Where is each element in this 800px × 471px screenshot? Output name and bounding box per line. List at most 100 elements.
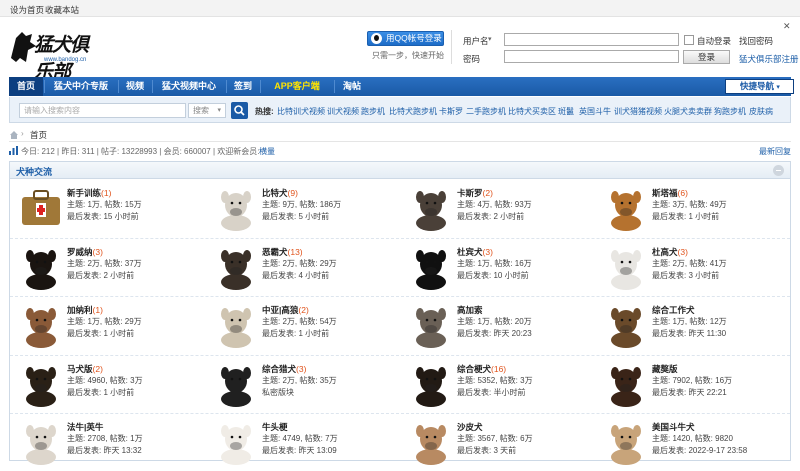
search-input[interactable]: 请输入搜索内容 — [19, 103, 186, 118]
dog-breed-image[interactable] — [601, 417, 651, 465]
forum-last-post[interactable]: 最后发表: 2 小时前 — [457, 211, 524, 222]
register-link[interactable]: 猛犬俱乐部注册 — [739, 53, 799, 65]
dog-breed-image[interactable] — [16, 242, 66, 290]
set-home-link[interactable]: 设为首页 — [10, 4, 44, 16]
forum-name[interactable]: 藏獒版 — [652, 363, 678, 375]
forum-last-post[interactable]: 私密版块 — [262, 387, 294, 398]
collapse-icon[interactable] — [773, 165, 784, 176]
forum-item[interactable]: 牛头梗 主题: 4749, 帖数: 7万 最后发表: 昨天 13:09 — [205, 415, 400, 471]
forum-item[interactable]: 比特犬(9) 主题: 9万, 帖数: 186万 最后发表: 5 小时前 — [205, 181, 400, 237]
nav-video-center[interactable]: 猛犬视频中心 — [153, 77, 225, 96]
forum-name[interactable]: 美国斗牛犬 — [652, 421, 695, 433]
nav-checkin[interactable]: 签到 — [227, 77, 259, 96]
forum-last-post[interactable]: 最后发表: 昨天 13:09 — [262, 445, 337, 456]
forum-item[interactable]: 罗威纳(3) 主题: 2万, 帖数: 37万 最后发表: 2 小时前 — [10, 240, 205, 296]
forum-name[interactable]: 高加索 — [457, 304, 483, 316]
forum-last-post[interactable]: 最后发表: 昨天 20:23 — [457, 328, 532, 339]
forum-name[interactable]: 法牛|英牛 — [67, 421, 103, 433]
forum-item[interactable]: 高加索 主题: 1万, 帖数: 20万 最后发表: 昨天 20:23 — [400, 298, 595, 354]
password-input[interactable] — [504, 50, 679, 63]
forum-name[interactable]: 杜宾犬(3) — [457, 246, 493, 258]
forum-item[interactable]: 综合工作犬 主题: 1万, 帖数: 12万 最后发表: 昨天 11:30 — [595, 298, 790, 354]
section-title[interactable]: 犬种交流 — [16, 165, 52, 178]
dog-breed-image[interactable] — [406, 183, 456, 231]
newest-member-link[interactable]: 横量 — [259, 146, 275, 157]
forum-last-post[interactable]: 最后发表: 15 小时前 — [67, 211, 139, 222]
find-password-link[interactable]: 找回密码 — [739, 35, 773, 47]
hot-search-link[interactable]: 二手跑步机 — [466, 106, 506, 117]
forum-item[interactable]: 杜宾犬(3) 主题: 1万, 帖数: 16万 最后发表: 10 小时前 — [400, 240, 595, 296]
forum-last-post[interactable]: 最后发表: 1 小时前 — [262, 328, 329, 339]
forum-last-post[interactable]: 最后发表: 10 小时前 — [457, 270, 529, 281]
qq-login-button[interactable]: 用QQ帐号登录 — [367, 31, 444, 46]
forum-item[interactable]: 加纳利(1) 主题: 1万, 帖数: 29万 最后发表: 1 小时前 — [10, 298, 205, 354]
forum-item[interactable]: 斯塔福(6) 主题: 3万, 帖数: 49万 最后发表: 1 小时前 — [595, 181, 790, 237]
forum-item[interactable]: 新手训练(1) 主题: 1万, 帖数: 15万 最后发表: 15 小时前 — [10, 181, 205, 237]
forum-item[interactable]: 藏獒版 主题: 7902, 帖数: 16万 最后发表: 昨天 22:21 — [595, 357, 790, 413]
forum-name[interactable]: 加纳利(1) — [67, 304, 103, 316]
hot-search-link[interactable]: 斑鬣 — [558, 106, 574, 117]
hot-search-link[interactable]: 比特训犬视频 — [277, 106, 325, 117]
dog-breed-image[interactable] — [16, 417, 66, 465]
search-button[interactable] — [231, 102, 248, 119]
forum-last-post[interactable]: 最后发表: 1 小时前 — [652, 211, 719, 222]
forum-name[interactable]: 中亚|高狼(2) — [262, 304, 309, 316]
forum-item[interactable]: 恶霸犬(13) 主题: 2万, 帖数: 29万 最后发表: 4 小时前 — [205, 240, 400, 296]
forum-last-post[interactable]: 最后发表: 昨天 11:30 — [652, 328, 726, 339]
breadcrumb-home[interactable]: 首页 — [30, 129, 47, 141]
forum-name[interactable]: 罗威纳(3) — [67, 246, 103, 258]
dog-breed-image[interactable] — [601, 359, 651, 407]
forum-name[interactable]: 综合猎犬(3) — [262, 363, 306, 375]
dog-breed-image[interactable] — [16, 359, 66, 407]
hot-search-link[interactable]: 训犬猎猪视频 — [614, 106, 662, 117]
search-scope-select[interactable]: 搜索 ▾ — [188, 103, 226, 118]
forum-item[interactable]: 沙皮犬 主题: 3567, 帖数: 6万 最后发表: 3 天前 — [400, 415, 595, 471]
login-button[interactable]: 登录 — [683, 50, 730, 64]
close-icon[interactable]: ✕ — [783, 21, 791, 32]
nav-broker[interactable]: 猛犬中介专版 — [45, 77, 117, 96]
site-logo[interactable]: 猛犬俱乐部 www.bandog.cn — [8, 28, 100, 83]
forum-last-post[interactable]: 最后发表: 1 小时前 — [67, 387, 134, 398]
quick-nav-button[interactable]: 快捷导航 ▾ — [725, 79, 794, 94]
nav-video[interactable]: 视频 — [119, 77, 151, 96]
username-dropdown-icon[interactable]: ▾ — [488, 35, 492, 43]
dog-breed-image[interactable] — [211, 300, 261, 348]
dog-breed-image[interactable] — [211, 359, 261, 407]
hot-search-link[interactable]: 比特犬买卖区 — [508, 106, 556, 117]
forum-name[interactable]: 杜高犬(3) — [652, 246, 688, 258]
dog-breed-image[interactable] — [211, 242, 261, 290]
dog-breed-image[interactable] — [601, 300, 651, 348]
forum-name[interactable]: 牛头梗 — [262, 421, 288, 433]
hot-search-link[interactable]: 跑步机 — [361, 106, 385, 117]
dog-breed-image[interactable] — [406, 242, 456, 290]
dog-breed-image[interactable] — [211, 417, 261, 465]
forum-last-post[interactable]: 最后发表: 2022-9-17 23:58 — [652, 445, 747, 456]
bookmark-link[interactable]: 收藏本站 — [45, 4, 79, 16]
forum-last-post[interactable]: 最后发表: 1 小时前 — [67, 328, 134, 339]
forum-last-post[interactable]: 最后发表: 3 小时前 — [652, 270, 719, 281]
hot-search-link[interactable]: 火腿犬卖卖群 — [664, 106, 712, 117]
hot-search-link[interactable]: 皮肤病 — [749, 106, 773, 117]
dog-breed-image[interactable] — [601, 242, 651, 290]
forum-item[interactable]: 杜高犬(3) 主题: 2万, 帖数: 41万 最后发表: 3 小时前 — [595, 240, 790, 296]
nav-taotie[interactable]: 淘帖 — [335, 77, 369, 96]
forum-name[interactable]: 斯塔福(6) — [652, 187, 688, 199]
hot-search-link[interactable]: 英国斗牛 — [579, 106, 611, 117]
forum-name[interactable]: 新手训练(1) — [67, 187, 111, 199]
forum-last-post[interactable]: 最后发表: 3 天前 — [457, 445, 516, 456]
forum-name[interactable]: 沙皮犬 — [457, 421, 483, 433]
forum-last-post[interactable]: 最后发表: 昨天 22:21 — [652, 387, 727, 398]
forum-last-post[interactable]: 最后发表: 5 小时前 — [262, 211, 329, 222]
dog-breed-image[interactable] — [406, 300, 456, 348]
forum-name[interactable]: 比特犬(9) — [262, 187, 298, 199]
forum-name[interactable]: 综合工作犬 — [652, 304, 695, 316]
nav-app[interactable]: APP客户端 — [261, 77, 333, 96]
dog-breed-image[interactable] — [211, 183, 261, 231]
dog-breed-image[interactable] — [406, 417, 456, 465]
forum-last-post[interactable]: 最后发表: 4 小时前 — [262, 270, 329, 281]
forum-item[interactable]: 卡斯罗(2) 主题: 4万, 帖数: 93万 最后发表: 2 小时前 — [400, 181, 595, 237]
username-input[interactable] — [504, 33, 679, 46]
dog-breed-image[interactable] — [16, 300, 66, 348]
first-aid-kit-icon[interactable] — [16, 183, 66, 231]
forum-name[interactable]: 马犬版(2) — [67, 363, 103, 375]
